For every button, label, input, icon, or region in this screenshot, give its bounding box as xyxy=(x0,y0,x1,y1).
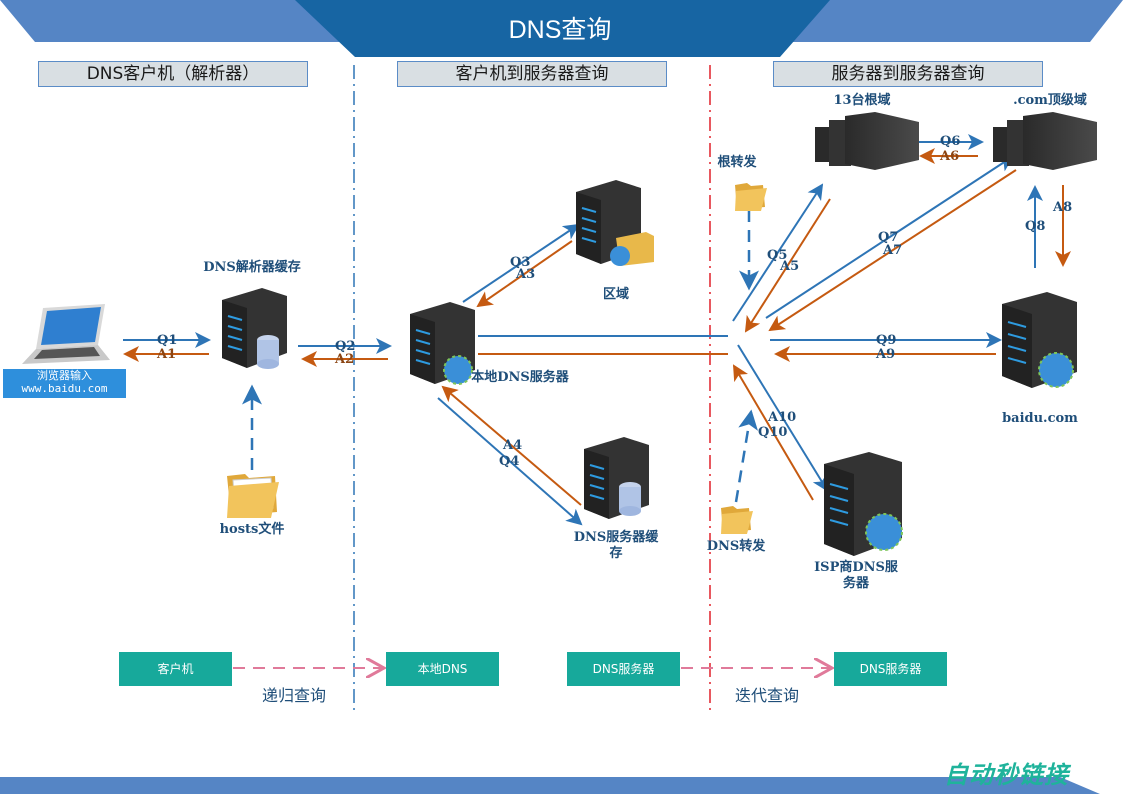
browser-input-caption: 浏览器输入 xyxy=(37,369,92,382)
section-title-client: DNS客户机（解析器） xyxy=(38,61,308,87)
com-tld-servers-icon xyxy=(993,112,1097,170)
resolver-server-icon xyxy=(222,288,287,369)
root-servers-label: 13台根域 xyxy=(833,93,891,108)
label-a6: A6 xyxy=(940,149,960,164)
label-q9: Q9 xyxy=(876,333,897,348)
legend-dns-server-from-box: DNS服务器 xyxy=(567,652,680,686)
label-a4: A4 xyxy=(503,438,523,453)
label-a3: A3 xyxy=(516,267,536,282)
label-a5: A5 xyxy=(780,259,800,274)
root-forward-label: 根转发 xyxy=(717,155,757,170)
root-servers-icon xyxy=(815,112,919,170)
zone-label: 区域 xyxy=(602,287,629,302)
hosts-file-label: hosts文件 xyxy=(219,522,285,537)
com-tld-label: .com顶级域 xyxy=(1013,93,1087,108)
label-a7: A7 xyxy=(883,243,903,258)
section-title-server-to-server: 服务器到服务器查询 xyxy=(773,61,1043,87)
dns-diagram: DNS查询 DNS客户机（解析器） 客户机到服务器查询 服务器到服务器查询 浏览… xyxy=(0,0,1123,794)
label-q1: Q1 xyxy=(157,333,178,348)
resolver-cache-label: DNS解析器缓存 xyxy=(203,260,301,275)
legend-dns-server-to-box: DNS服务器 xyxy=(834,652,947,686)
dns-forward-label: DNS转发 xyxy=(706,539,766,554)
dns-cache-label: DNS服务器缓存 xyxy=(573,530,659,561)
watermark-logo: 自动秒链接 xyxy=(944,761,1069,789)
baidu-server-icon xyxy=(1002,292,1077,388)
legend-recursive-label: 递归查询 xyxy=(262,686,327,705)
label-q4: Q4 xyxy=(499,454,520,469)
label-a8: A8 xyxy=(1053,200,1073,215)
label-a9: A9 xyxy=(876,347,896,362)
local-dns-label: 本地DNS服务器 xyxy=(471,370,569,385)
baidu-label: baidu.com xyxy=(1002,411,1078,426)
page-title: DNS查询 xyxy=(508,16,612,44)
dns-cache-server-icon xyxy=(584,437,649,519)
label-q8: Q8 xyxy=(1025,219,1046,234)
label-q6: Q6 xyxy=(940,134,961,149)
root-forward-folder-icon xyxy=(735,183,767,211)
label-a1: A1 xyxy=(157,347,177,362)
dns-forward-folder-icon xyxy=(721,506,753,534)
arrow-dns-forward xyxy=(734,409,758,503)
laptop-icon xyxy=(22,304,110,364)
browser-input-label: 浏览器输入 www.baidu.com xyxy=(3,369,126,398)
section-title-client-to-server: 客户机到服务器查询 xyxy=(397,61,667,87)
legend-client-box: 客户机 xyxy=(119,652,232,686)
banner-left xyxy=(0,0,350,42)
isp-dns-label: ISP商DNS服务器 xyxy=(814,560,898,591)
zone-server-icon xyxy=(576,180,654,266)
isp-dns-server-icon xyxy=(824,452,903,556)
label-a10: A10 xyxy=(768,410,797,425)
footer-band xyxy=(0,777,1100,794)
local-dns-server-icon xyxy=(410,302,475,385)
browser-input-url: www.baidu.com xyxy=(21,382,108,395)
label-q10: Q10 xyxy=(758,425,788,440)
legend-local-dns-box: 本地DNS xyxy=(386,652,499,686)
legend-iterative-label: 迭代查询 xyxy=(735,686,800,705)
label-a2: A2 xyxy=(335,352,355,367)
hosts-folder-icon xyxy=(227,474,279,518)
